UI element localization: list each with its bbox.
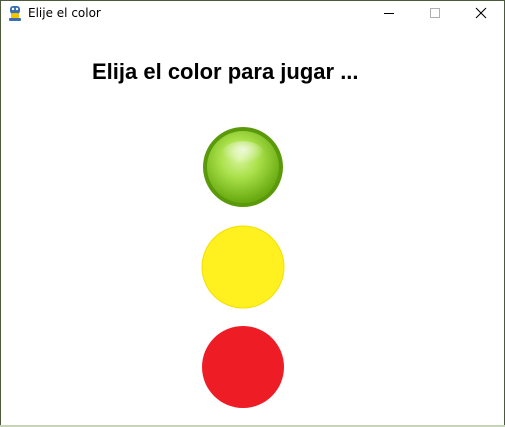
- maximize-icon: [430, 8, 440, 18]
- page-heading: Elija el color para jugar ...: [92, 59, 359, 84]
- yellow-circle-icon: [201, 225, 285, 309]
- app-window: Elije el color Elija el color para jugar…: [0, 0, 505, 427]
- green-color-button[interactable]: [201, 125, 285, 209]
- maximize-button[interactable]: [412, 1, 458, 25]
- close-button[interactable]: [458, 1, 504, 25]
- window-title: Elije el color: [28, 6, 101, 20]
- snake-app-icon: [7, 4, 23, 22]
- minimize-icon: [384, 13, 394, 14]
- minimize-button[interactable]: [366, 1, 412, 25]
- red-circle-icon: [202, 326, 284, 408]
- title-bar[interactable]: Elije el color: [1, 1, 504, 25]
- green-circle-icon: [203, 127, 283, 207]
- close-icon: [475, 7, 487, 19]
- yellow-color-button[interactable]: [201, 225, 285, 309]
- red-color-button[interactable]: [201, 325, 285, 409]
